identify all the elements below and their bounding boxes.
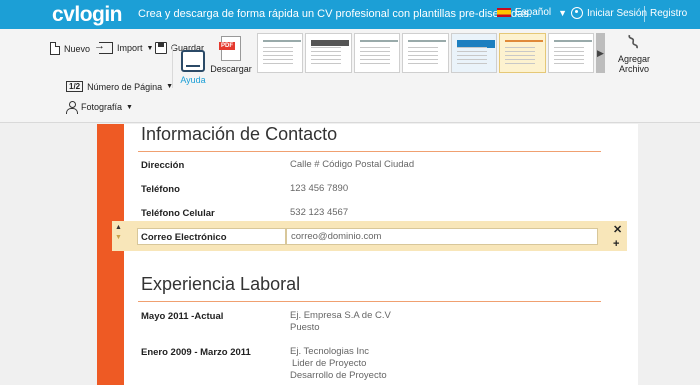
template-gallery: ▶ [257,33,606,73]
phone-label[interactable]: Teléfono [141,184,180,195]
address-value[interactable]: Calle # Código Postal Ciudad [290,159,414,171]
login-label: Iniciar Sesión [587,7,648,19]
download-label: Descargar [210,64,252,74]
chevron-down-icon: ▼ [146,44,154,52]
logo[interactable]: cvlogin [52,3,123,27]
person-icon [66,101,78,114]
close-icon[interactable]: ✕ [613,223,622,236]
job-company[interactable]: Ej. Tecnologias Inc [290,346,369,358]
new-button[interactable]: Nuevo [50,42,90,55]
job-company[interactable]: Ej. Empresa S.A de C.V [290,310,391,322]
help-screen-icon [181,50,205,72]
move-up-icon[interactable]: ▲ [115,224,122,231]
email-field[interactable] [286,228,598,245]
job-role[interactable]: Puesto [290,322,320,334]
template-thumbnail-selected[interactable] [499,33,546,73]
header-divider [644,6,645,22]
language-label: Español [515,7,552,18]
toolbar-divider [172,46,173,88]
phone-value[interactable]: 123 456 7890 [290,183,348,195]
import-icon [94,40,113,54]
pdf-icon: PDF [219,36,241,61]
pdf-badge: PDF [219,42,235,50]
user-icon [571,7,583,19]
download-button[interactable]: PDF Descargar [210,36,252,74]
save-icon [155,42,167,54]
contact-section-title[interactable]: Información de Contacto [141,124,337,145]
chevron-down-icon: ▼ [558,7,568,18]
job-dates[interactable]: Mayo 2011 -Actual [141,311,223,322]
help-label: Ayuda [180,75,206,85]
page-number-icon: 1/2 [66,81,84,92]
next-templates-arrow-icon[interactable]: ▶ [595,33,606,73]
page-number-label: Número de Página [87,81,163,92]
chevron-down-icon: ▼ [126,103,133,111]
photo-button[interactable]: Fotografía ▼ [66,101,133,114]
cell-label[interactable]: Teléfono Celular [141,208,215,219]
import-button[interactable]: Import ▼ [94,40,154,54]
email-label: Correo Electrónico [141,232,227,243]
section-rule [138,151,601,152]
experience-section-title[interactable]: Experiencia Laboral [141,274,300,295]
add-file-button[interactable]: ⌇ Agregar Archivo [612,31,656,74]
add-icon[interactable]: + [613,238,619,250]
job-description[interactable]: Desarrollo de Proyecto [290,370,387,382]
new-button-label: Nuevo [64,43,91,54]
spain-flag-icon [497,8,511,17]
language-selector[interactable]: Español ▼ [497,7,567,18]
register-link[interactable]: Registro [650,8,687,19]
login-link[interactable]: Iniciar Sesión [571,7,647,19]
accent-band [97,124,124,385]
template-thumbnail[interactable] [305,33,352,73]
address-label[interactable]: Dirección [141,160,184,171]
template-thumbnail[interactable] [547,33,594,73]
template-thumbnail[interactable] [257,33,304,73]
template-thumbnail[interactable] [353,33,401,73]
help-button[interactable]: Ayuda [178,50,208,85]
top-bar: cvlogin Crea y descarga de forma rápida … [0,0,700,29]
move-down-icon[interactable]: ▼ [115,234,122,241]
tagline: Crea y descarga de forma rápida un CV pr… [138,8,532,20]
job-dates[interactable]: Enero 2009 - Marzo 2011 [141,347,251,358]
cell-value[interactable]: 532 123 4567 [290,207,348,219]
photo-label: Fotografía [81,102,123,112]
new-document-icon [50,42,60,55]
job-role[interactable]: Lider de Proyecto [292,358,366,370]
template-thumbnail[interactable] [450,33,498,73]
template-thumbnail[interactable] [402,33,449,73]
page-number-button[interactable]: 1/2 Número de Página ▼ [66,81,173,92]
section-rule [138,301,601,302]
import-button-label: Import [117,43,143,53]
